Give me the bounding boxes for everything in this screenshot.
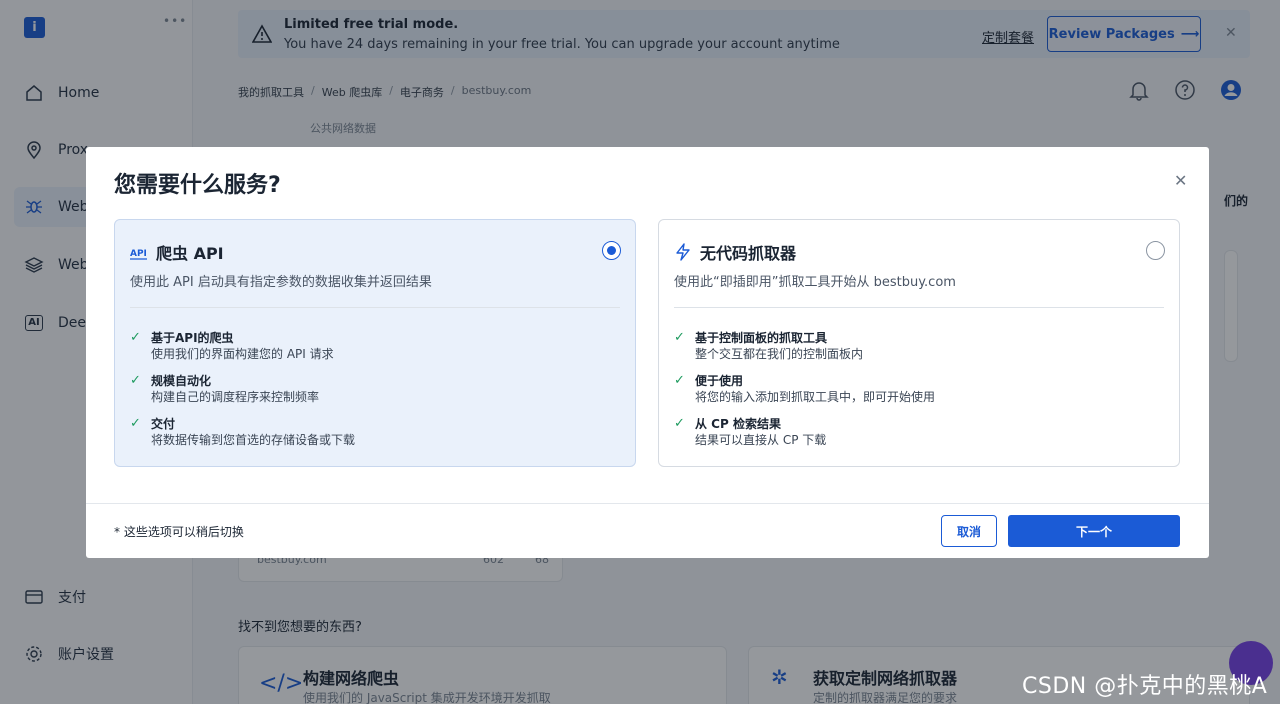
- feature-title: 便于使用: [695, 374, 744, 388]
- option-description: 使用此 API 启动具有指定参数的数据收集并返回结果: [130, 275, 432, 290]
- feature-title: 规模自动化: [151, 374, 212, 388]
- option-header: 无代码抓取器: [674, 240, 796, 264]
- feature-desc: 结果可以直接从 CP 下载: [695, 433, 827, 447]
- feature-title: 交付: [151, 417, 176, 431]
- divider: [130, 307, 620, 308]
- feature-desc: 整个交互都在我们的控制面板内: [695, 347, 864, 361]
- svg-text:API: API: [130, 249, 147, 259]
- option-radio[interactable]: [602, 241, 621, 260]
- check-icon: ✓: [130, 416, 141, 431]
- option-header: API 爬虫 API: [130, 240, 224, 264]
- feature-desc: 将您的输入添加到抓取工具中，即可开始使用: [695, 390, 936, 404]
- modal-title: 您需要什么服务?: [114, 173, 281, 198]
- feature-desc: 构建自己的调度程序来控制频率: [151, 390, 320, 404]
- feature-title: 从 CP 检索结果: [695, 417, 781, 431]
- watermark: CSDN @扑克中的黑桃A: [1022, 674, 1268, 699]
- option-title: 爬虫 API: [156, 244, 224, 263]
- service-selection-modal: 您需要什么服务? ✕ API 爬虫 API 使用此 API 启动具有指定参数的数…: [86, 147, 1209, 558]
- footer-note: * 这些选项可以稍后切换: [114, 525, 244, 539]
- check-icon: ✓: [130, 373, 141, 388]
- check-icon: ✓: [674, 373, 685, 388]
- feature-title: 基于控制面板的抓取工具: [695, 331, 828, 345]
- lightning-icon: [674, 243, 692, 261]
- close-icon[interactable]: ✕: [1174, 171, 1187, 190]
- option-title: 无代码抓取器: [700, 244, 797, 263]
- modal-footer-divider: [86, 503, 1209, 504]
- divider: [674, 307, 1164, 308]
- next-button[interactable]: 下一个: [1008, 515, 1180, 547]
- cancel-button[interactable]: 取消: [941, 515, 997, 547]
- option-description: 使用此“即插即用”抓取工具开始从 bestbuy.com: [674, 275, 956, 290]
- check-icon: ✓: [130, 330, 141, 345]
- check-icon: ✓: [674, 330, 685, 345]
- option-no-code-scraper[interactable]: 无代码抓取器 使用此“即插即用”抓取工具开始从 bestbuy.com ✓ 基于…: [658, 219, 1180, 467]
- api-icon: API: [130, 243, 148, 261]
- check-icon: ✓: [674, 416, 685, 431]
- feature-title: 基于API的爬虫: [151, 331, 234, 345]
- feature-desc: 使用我们的界面构建您的 API 请求: [151, 347, 334, 361]
- option-radio[interactable]: [1146, 241, 1165, 260]
- feature-desc: 将数据传输到您首选的存储设备或下载: [151, 433, 356, 447]
- option-scraper-api[interactable]: API 爬虫 API 使用此 API 启动具有指定参数的数据收集并返回结果 ✓ …: [114, 219, 636, 467]
